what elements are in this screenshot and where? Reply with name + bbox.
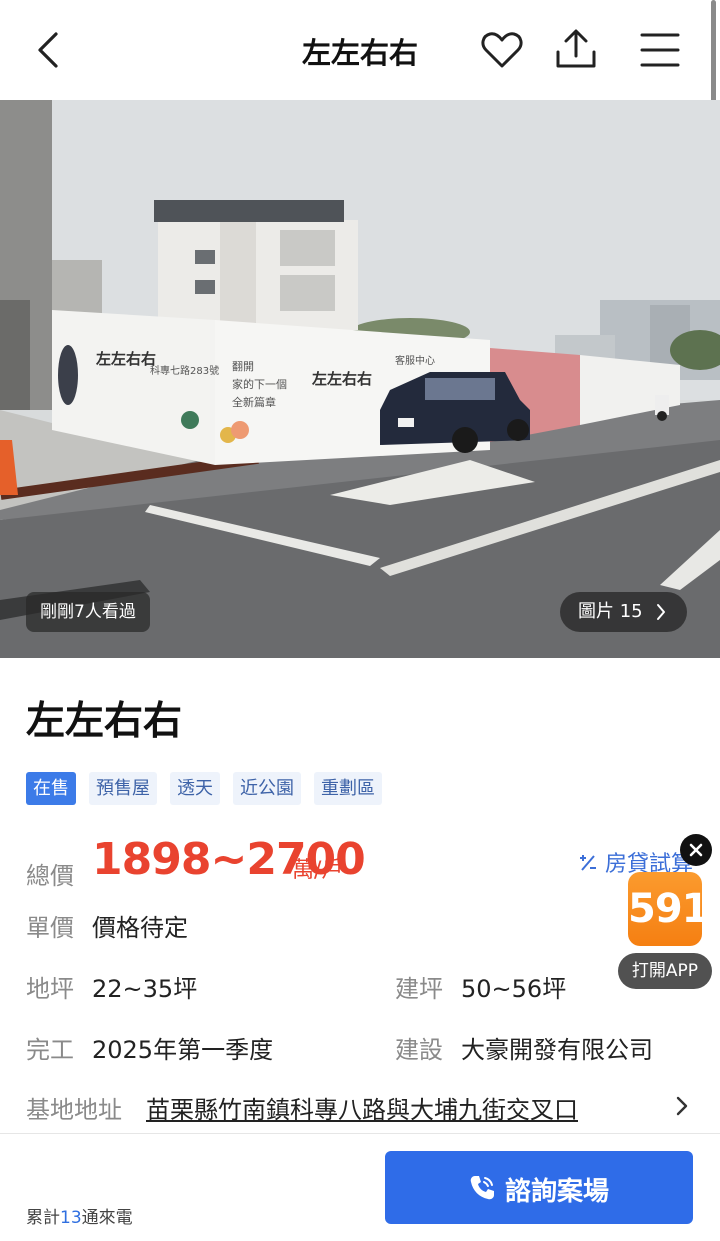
phone-icon (470, 1176, 494, 1200)
hamburger-menu-icon (640, 33, 680, 67)
developer-value: 大豪開發有限公司 (461, 1036, 653, 1064)
tag-item: 透天 (170, 772, 220, 805)
top-nav-bar: 左左右右 (0, 0, 720, 100)
tag-status: 在售 (26, 772, 76, 805)
open-app-button[interactable]: 打開APP (618, 953, 712, 989)
call-count-text: 累計13通來電 (26, 1203, 133, 1228)
land-area-value: 22~35坪 (92, 975, 198, 1003)
consult-site-button[interactable]: 諮詢案場 (385, 1151, 693, 1224)
close-promo-button[interactable] (680, 834, 712, 866)
unit-price-value: 價格待定 (92, 914, 188, 942)
developer-label: 建設 (395, 1036, 443, 1064)
favorite-button[interactable] (478, 26, 526, 74)
tag-item: 重劃區 (314, 772, 382, 805)
building-area-value: 50~56坪 (461, 975, 567, 1003)
building-area-label: 建坪 (395, 975, 443, 1003)
hoarding-slogan-3: 全新篇章 (232, 396, 276, 409)
unit-price-label: 單價 (26, 914, 74, 942)
completion-value: 2025年第一季度 (92, 1036, 274, 1064)
price-label: 總價 (26, 862, 74, 890)
consult-site-label: 諮詢案場 (505, 1177, 610, 1207)
hoarding-slogan-2: 家的下一個 (232, 378, 287, 391)
share-icon (556, 29, 596, 68)
tag-item: 近公園 (233, 772, 301, 805)
calculator-icon (580, 855, 596, 871)
heart-icon (481, 32, 523, 68)
land-area-label: 地坪 (26, 975, 74, 1003)
address-link[interactable]: 苗栗縣竹南鎮科專八路與大埔九街交叉口 (146, 1090, 578, 1125)
recent-viewers-badge: 剛剛7人看過 (26, 592, 150, 632)
photo-count-label: 圖片 15 (578, 601, 643, 622)
page-scrollbar[interactable] (711, 0, 716, 104)
menu-button[interactable] (636, 26, 684, 74)
close-icon (689, 843, 703, 857)
hoarding-address-sign: 科專七路283號 (150, 366, 220, 377)
chevron-right-icon[interactable] (672, 1093, 692, 1119)
hoarding-brand-text: 左左右右 (96, 350, 157, 368)
share-button[interactable] (552, 26, 600, 74)
hoarding-slogan-1: 翻開 (232, 360, 254, 373)
project-photo[interactable]: 左左右右 科專七路283號 翻開 家的下一個 全新篇章 左左右右 客服中心 (0, 100, 720, 658)
photo-count-button[interactable]: 圖片 15 (560, 592, 687, 632)
hoarding-brand-text-2: 左左右右 (312, 370, 373, 388)
address-label: 基地地址 (26, 1096, 122, 1124)
call-count-suffix: 通來電 (81, 1208, 133, 1228)
tag-item: 預售屋 (89, 772, 157, 805)
call-count-number: 13 (60, 1208, 82, 1228)
page-title: 左左右右 (301, 36, 418, 70)
project-tags: 在售 預售屋 透天 近公園 重劃區 (26, 772, 382, 805)
project-title: 左左右右 (26, 699, 183, 744)
hoarding-sales-center: 客服中心 (395, 356, 435, 367)
app-logo-591[interactable]: 591 (628, 872, 710, 946)
completion-label: 完工 (26, 1036, 74, 1064)
call-count-prefix: 累計 (26, 1208, 60, 1228)
price-unit: 萬/戶 (292, 858, 344, 883)
bottom-bar-divider (0, 1133, 720, 1134)
chevron-right-icon (655, 592, 667, 647)
